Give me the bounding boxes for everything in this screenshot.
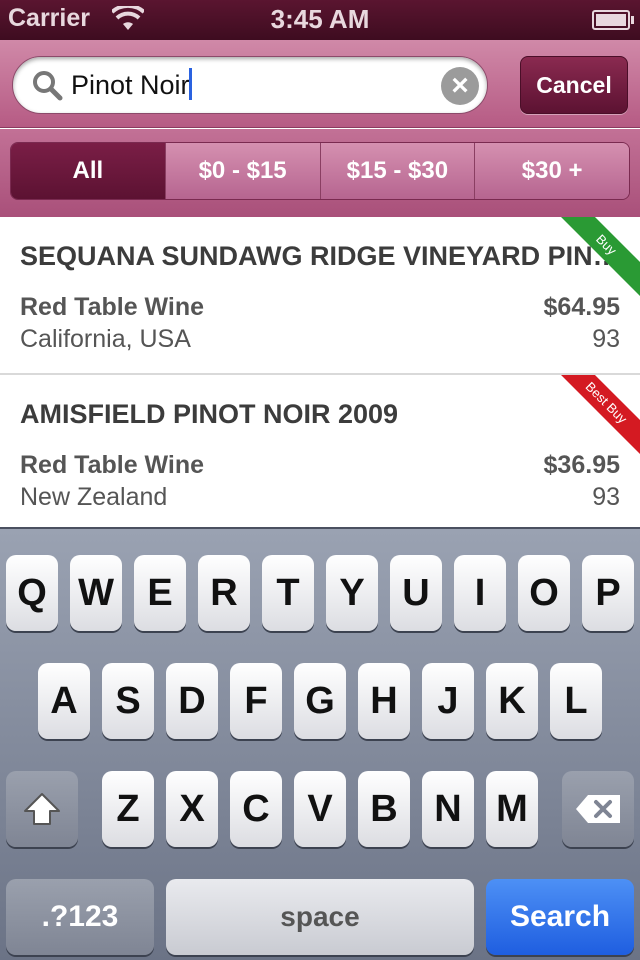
wine-price: $64.95 <box>543 293 620 321</box>
filter-30-plus[interactable]: $30 + <box>474 143 629 199</box>
wine-price: $36.95 <box>543 451 620 479</box>
price-filter-bar: All $0 - $15 $15 - $30 $30 + <box>0 129 640 217</box>
key-m[interactable]: M <box>486 771 538 847</box>
price-filter: All $0 - $15 $15 - $30 $30 + <box>10 142 630 200</box>
wine-score: 93 <box>592 325 620 353</box>
keyboard: Q W E R T Y U I O P A S D F G H J K L Z … <box>0 527 640 960</box>
wine-name: AMISFIELD PINOT NOIR 2009 <box>20 399 399 429</box>
wine-name: SEQUANA SUNDAWG RIDGE VINEYARD PINOT NOI… <box>20 241 620 271</box>
wine-type: Red Table Wine <box>20 451 205 479</box>
wine-row[interactable]: SEQUANA SUNDAWG RIDGE VINEYARD PINOT NOI… <box>0 217 640 375</box>
key-f[interactable]: F <box>230 663 282 739</box>
search-icon <box>33 71 63 101</box>
key-w[interactable]: W <box>70 555 122 631</box>
key-x[interactable]: X <box>166 771 218 847</box>
key-l[interactable]: L <box>550 663 602 739</box>
key-o[interactable]: O <box>518 555 570 631</box>
key-c[interactable]: C <box>230 771 282 847</box>
search-key[interactable]: Search <box>486 879 634 955</box>
filter-0-15[interactable]: $0 - $15 <box>164 143 320 199</box>
wine-origin: California, USA <box>20 325 191 353</box>
filter-15-30[interactable]: $15 - $30 <box>319 143 475 199</box>
search-bar: Pinot Noir × Cancel <box>0 40 640 128</box>
key-s[interactable]: S <box>102 663 154 739</box>
clear-icon[interactable]: × <box>441 67 479 105</box>
key-e[interactable]: E <box>134 555 186 631</box>
key-i[interactable]: I <box>454 555 506 631</box>
search-input-value: Pinot Noir <box>71 70 190 100</box>
results-list: SEQUANA SUNDAWG RIDGE VINEYARD PINOT NOI… <box>0 217 640 527</box>
key-p[interactable]: P <box>582 555 634 631</box>
shift-icon <box>24 793 60 825</box>
key-h[interactable]: H <box>358 663 410 739</box>
wine-type: Red Table Wine <box>20 293 205 321</box>
numbers-key[interactable]: .?123 <box>6 879 154 955</box>
key-n[interactable]: N <box>422 771 474 847</box>
wine-score: 93 <box>592 483 620 511</box>
wine-row[interactable]: AMISFIELD PINOT NOIR 2009 Red Table Wine… <box>0 375 640 527</box>
key-d[interactable]: D <box>166 663 218 739</box>
key-g[interactable]: G <box>294 663 346 739</box>
wine-origin: New Zealand <box>20 483 168 511</box>
backspace-key[interactable] <box>562 771 634 847</box>
clock: 3:45 AM <box>270 4 370 34</box>
key-k[interactable]: K <box>486 663 538 739</box>
filter-all[interactable]: All <box>11 143 165 199</box>
key-y[interactable]: Y <box>326 555 378 631</box>
text-caret <box>188 68 192 100</box>
key-a[interactable]: A <box>38 663 90 739</box>
backspace-icon <box>576 795 620 823</box>
cancel-button[interactable]: Cancel <box>520 56 628 114</box>
key-v[interactable]: V <box>294 771 346 847</box>
key-t[interactable]: T <box>262 555 314 631</box>
status-bar: Carrier 3:45 AM <box>0 0 640 40</box>
key-j[interactable]: J <box>422 663 474 739</box>
shift-key[interactable] <box>6 771 78 847</box>
key-u[interactable]: U <box>390 555 442 631</box>
key-q[interactable]: Q <box>6 555 58 631</box>
key-r[interactable]: R <box>198 555 250 631</box>
space-key[interactable]: space <box>166 879 474 955</box>
battery-icon <box>592 10 634 30</box>
key-z[interactable]: Z <box>102 771 154 847</box>
search-input[interactable]: Pinot Noir × <box>12 56 488 114</box>
key-b[interactable]: B <box>358 771 410 847</box>
